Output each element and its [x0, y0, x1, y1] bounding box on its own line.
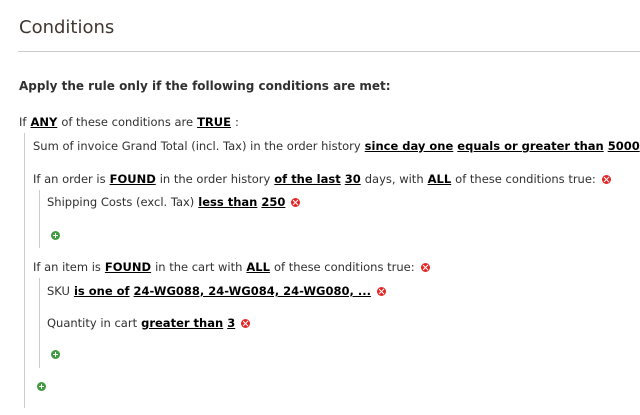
condition-label: SKU: [47, 284, 70, 298]
operator-select[interactable]: equals or greater than: [457, 139, 603, 153]
remove-icon[interactable]: [601, 174, 611, 184]
remove-icon[interactable]: [291, 197, 301, 207]
period-select[interactable]: since day one: [365, 139, 454, 153]
value-input[interactable]: 3: [227, 316, 235, 330]
order-children-line: [39, 190, 40, 248]
condition-grand-total: Sum of invoice Grand Total (incl. Tax) i…: [33, 139, 640, 153]
root-prefix: If: [19, 115, 27, 129]
root-value-select[interactable]: TRUE: [197, 115, 231, 129]
aggregator-select[interactable]: ALL: [428, 172, 452, 186]
root-aggregator-select[interactable]: ANY: [30, 115, 57, 129]
conditions-intro: Apply the rule only if the following con…: [19, 79, 391, 93]
operator-select[interactable]: is one of: [74, 284, 130, 298]
operator-select[interactable]: greater than: [141, 316, 223, 330]
root-suffix: :: [234, 115, 239, 129]
condition-mid-text: in the order history: [159, 172, 271, 186]
condition-mid-text: in the cart with: [155, 260, 243, 274]
condition-label: Quantity in cart: [47, 316, 138, 330]
divider: [18, 51, 640, 52]
condition-label: Sum of invoice Grand Total (incl. Tax) i…: [33, 139, 361, 153]
found-select[interactable]: FOUND: [105, 260, 151, 274]
condition-prefix: If an order is: [33, 172, 106, 186]
add-condition-icon[interactable]: [37, 382, 46, 391]
value-input[interactable]: 250: [261, 195, 285, 209]
root-condition: If ANY of these conditions are TRUE :: [19, 115, 243, 129]
aggregator-select[interactable]: ALL: [246, 260, 270, 274]
root-middle-text: of these conditions are: [61, 115, 194, 129]
condition-shipping-costs: Shipping Costs (excl. Tax) less than 250: [47, 195, 304, 209]
condition-suffix: of these conditions true:: [273, 260, 415, 274]
remove-icon[interactable]: [241, 318, 251, 328]
period-select[interactable]: of the last: [274, 172, 340, 186]
value-input[interactable]: 5000: [608, 139, 640, 153]
add-condition-icon[interactable]: [51, 350, 60, 359]
condition-item-found: If an item is FOUND in the cart with ALL…: [33, 260, 434, 274]
condition-order-found: If an order is FOUND in the order histor…: [33, 172, 615, 186]
value-input[interactable]: 24-WG088, 24-WG084, 24-WG080, ...: [134, 284, 371, 298]
root-children-line: [24, 133, 25, 408]
condition-suffix: of these conditions true:: [455, 172, 596, 186]
condition-label: Shipping Costs (excl. Tax): [47, 195, 195, 209]
section-title: Conditions: [19, 17, 115, 38]
add-condition-icon[interactable]: [51, 231, 60, 240]
condition-sku: SKU is one of 24-WG088, 24-WG084, 24-WG0…: [47, 284, 390, 298]
operator-select[interactable]: less than: [198, 195, 257, 209]
item-children-line: [39, 278, 40, 368]
condition-prefix: If an item is: [33, 260, 101, 274]
days-input[interactable]: 30: [345, 172, 361, 186]
condition-mid-text: days, with: [364, 172, 424, 186]
remove-icon[interactable]: [420, 262, 430, 272]
condition-quantity: Quantity in cart greater than 3: [47, 316, 254, 330]
remove-icon[interactable]: [376, 286, 386, 296]
found-select[interactable]: FOUND: [110, 172, 156, 186]
